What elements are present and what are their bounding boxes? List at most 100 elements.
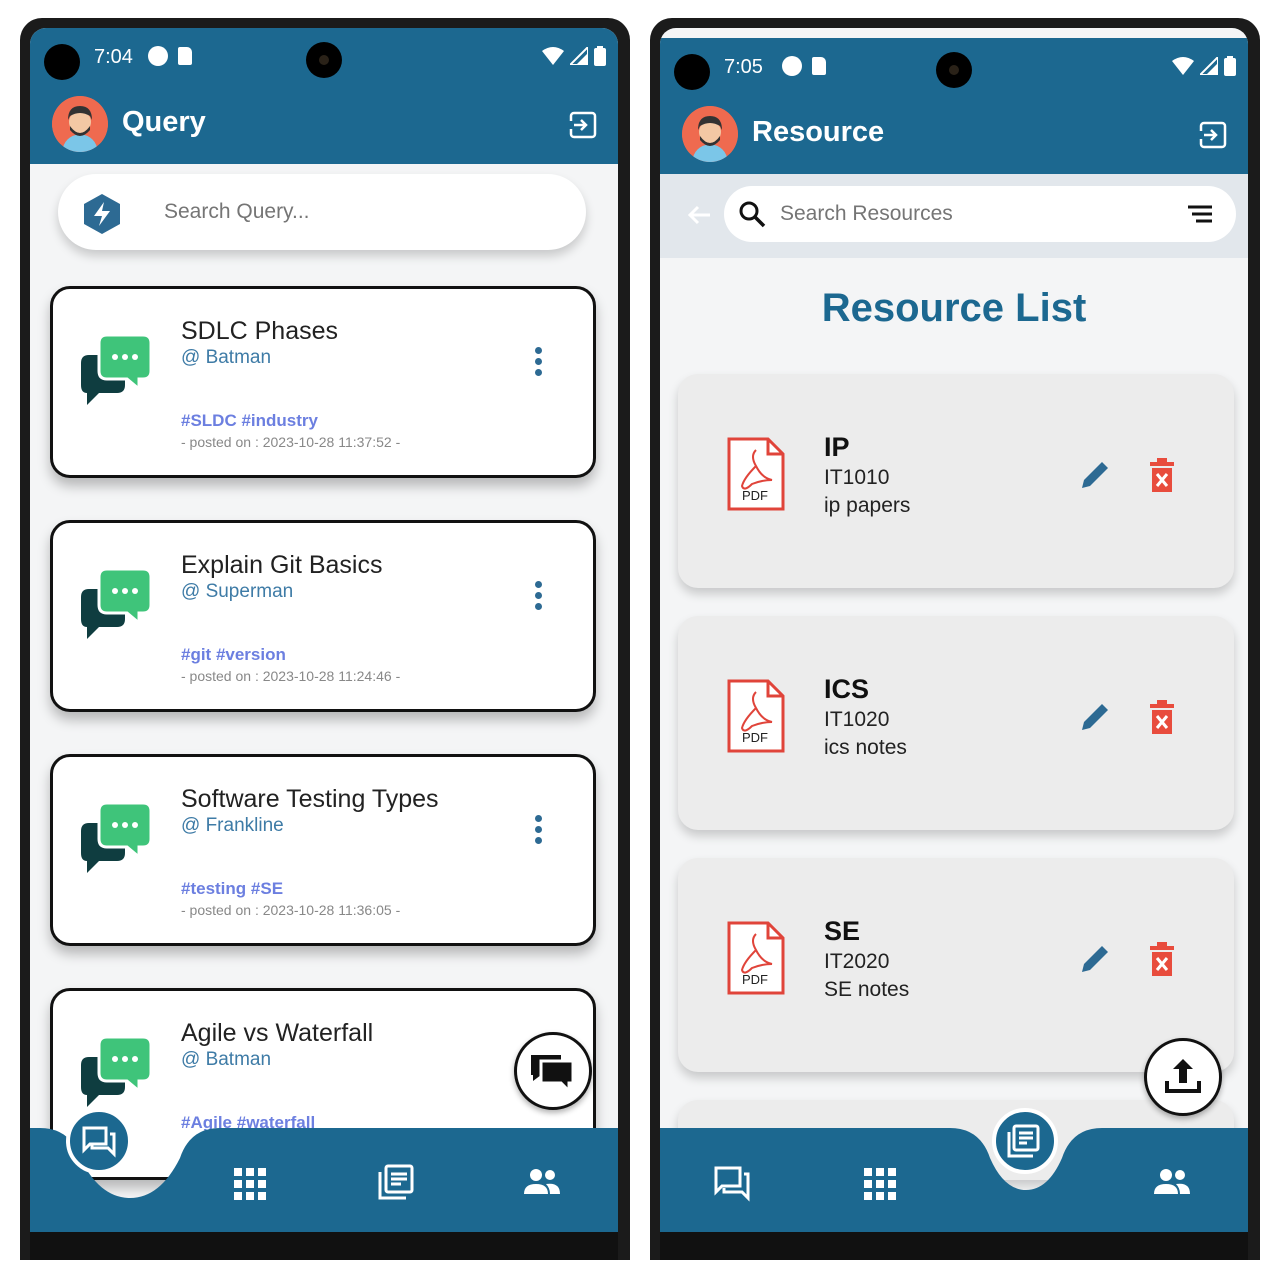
resource-description: SE notes bbox=[824, 978, 910, 1001]
query-date: - posted on : 2023-10-28 11:37:52 - bbox=[181, 434, 401, 450]
library-books-icon[interactable] bbox=[376, 1162, 416, 1202]
more-vert-icon[interactable] bbox=[531, 815, 545, 855]
apps-grid-icon[interactable] bbox=[230, 1164, 270, 1204]
app-bar: Query bbox=[30, 84, 618, 164]
delete-icon[interactable] bbox=[1148, 942, 1176, 976]
bottom-nav bbox=[660, 1108, 1248, 1232]
battery-icon bbox=[1224, 56, 1236, 76]
signal-icon bbox=[1200, 57, 1218, 75]
status-bar: 7:04 bbox=[30, 28, 618, 84]
resource-code: IT1020 bbox=[824, 708, 890, 731]
front-camera bbox=[936, 52, 972, 88]
query-author[interactable]: @ Superman bbox=[181, 581, 293, 603]
query-card[interactable]: SDLC Phases @ Batman #SLDC #industry - p… bbox=[50, 286, 596, 478]
people-icon[interactable] bbox=[522, 1162, 562, 1202]
upload-icon bbox=[1165, 1059, 1201, 1093]
notification-icon bbox=[148, 46, 168, 66]
signal-icon bbox=[570, 47, 588, 65]
search-bar bbox=[58, 174, 586, 250]
chat-bubbles-icon bbox=[81, 801, 153, 873]
resource-card[interactable]: PDF SE IT2020 SE notes bbox=[678, 858, 1234, 1072]
delete-icon[interactable] bbox=[1148, 700, 1176, 734]
front-camera bbox=[306, 42, 342, 78]
pdf-label: PDF bbox=[742, 488, 768, 503]
edit-pencil-icon[interactable] bbox=[1078, 458, 1112, 492]
status-time: 7:05 bbox=[724, 56, 763, 78]
pdf-label: PDF bbox=[742, 972, 768, 987]
query-tags: #testing #SE bbox=[181, 879, 284, 898]
query-author[interactable]: @ Batman bbox=[181, 1049, 271, 1071]
wifi-icon bbox=[1172, 57, 1194, 75]
sd-card-icon bbox=[812, 57, 826, 75]
more-vert-icon[interactable] bbox=[531, 347, 545, 387]
back-arrow-icon[interactable] bbox=[686, 202, 712, 228]
query-card[interactable]: Software Testing Types @ Frankline #test… bbox=[50, 754, 596, 946]
delete-icon[interactable] bbox=[1148, 458, 1176, 492]
query-tags: #SLDC #industry bbox=[181, 411, 318, 430]
query-date: - posted on : 2023-10-28 11:24:46 - bbox=[181, 668, 401, 684]
logout-icon[interactable] bbox=[1198, 120, 1228, 150]
chat-bubbles-icon bbox=[81, 567, 153, 639]
forum-icon[interactable] bbox=[712, 1162, 752, 1202]
query-author[interactable]: @ Batman bbox=[181, 347, 271, 369]
logout-icon[interactable] bbox=[568, 110, 598, 140]
system-nav-bar bbox=[660, 1232, 1248, 1260]
avatar[interactable] bbox=[52, 96, 108, 152]
resource-code: IT1010 bbox=[824, 466, 890, 489]
library-books-icon bbox=[1007, 1124, 1040, 1158]
query-title: Explain Git Basics bbox=[181, 551, 383, 579]
search-input[interactable] bbox=[164, 194, 544, 230]
query-date: - posted on : 2023-10-28 11:36:05 - bbox=[181, 902, 401, 918]
more-vert-icon[interactable] bbox=[531, 581, 545, 621]
system-nav-bar bbox=[30, 1232, 618, 1260]
camera-cutout bbox=[44, 44, 80, 80]
query-screen: 7:04 Query SDLC Phases @ Batman #SLDC #i… bbox=[30, 28, 618, 1260]
search-bar bbox=[724, 186, 1236, 242]
notification-icon bbox=[782, 56, 802, 76]
bottom-nav bbox=[30, 1108, 618, 1232]
status-time: 7:04 bbox=[94, 46, 133, 68]
resource-card[interactable]: PDF IP IT1010 ip papers bbox=[678, 374, 1234, 588]
nav-queries[interactable] bbox=[66, 1108, 132, 1174]
resource-screen: 7:05 Resource Resource List PDF IP IT101… bbox=[660, 28, 1248, 1260]
forum-icon bbox=[531, 1055, 575, 1095]
resource-description: ip papers bbox=[824, 494, 911, 517]
query-title: Software Testing Types bbox=[181, 785, 439, 813]
app-bar: Resource bbox=[660, 94, 1248, 174]
nav-resources[interactable] bbox=[992, 1108, 1058, 1174]
query-card[interactable]: Explain Git Basics @ Superman #git #vers… bbox=[50, 520, 596, 712]
camera-cutout bbox=[674, 54, 710, 90]
resource-card[interactable]: PDF ICS IT1020 ics notes bbox=[678, 616, 1234, 830]
new-query-fab[interactable] bbox=[514, 1032, 592, 1110]
avatar[interactable] bbox=[682, 106, 738, 162]
page-title: Query bbox=[122, 106, 206, 138]
sd-card-icon bbox=[178, 47, 192, 65]
filter-icon[interactable] bbox=[1186, 204, 1214, 224]
forum-icon bbox=[82, 1126, 116, 1158]
search-icon bbox=[739, 201, 766, 228]
lightning-icon bbox=[84, 194, 120, 234]
resource-description: ics notes bbox=[824, 736, 907, 759]
resource-name: IP bbox=[824, 432, 850, 462]
pdf-label: PDF bbox=[742, 730, 768, 745]
query-title: Agile vs Waterfall bbox=[181, 1019, 374, 1047]
query-author[interactable]: @ Frankline bbox=[181, 815, 284, 837]
search-input[interactable] bbox=[780, 200, 1160, 228]
search-area bbox=[660, 174, 1248, 258]
resource-list-title: Resource List bbox=[821, 286, 1087, 330]
page-title: Resource bbox=[752, 116, 885, 148]
upload-fab[interactable] bbox=[1144, 1038, 1222, 1116]
apps-grid-icon[interactable] bbox=[860, 1164, 900, 1204]
resource-phone: 7:05 Resource Resource List PDF IP IT101… bbox=[650, 18, 1260, 1260]
battery-icon bbox=[594, 46, 606, 66]
edit-pencil-icon[interactable] bbox=[1078, 700, 1112, 734]
resource-code: IT2020 bbox=[824, 950, 890, 973]
query-tags: #git #version bbox=[181, 645, 286, 664]
query-title: SDLC Phases bbox=[181, 317, 339, 345]
people-icon[interactable] bbox=[1152, 1162, 1192, 1202]
chat-bubbles-icon bbox=[81, 1035, 153, 1107]
status-bar: 7:05 bbox=[660, 38, 1248, 94]
wifi-icon bbox=[542, 47, 564, 65]
edit-pencil-icon[interactable] bbox=[1078, 942, 1112, 976]
query-phone: 7:04 Query SDLC Phases @ Batman #SLDC #i… bbox=[20, 18, 630, 1260]
